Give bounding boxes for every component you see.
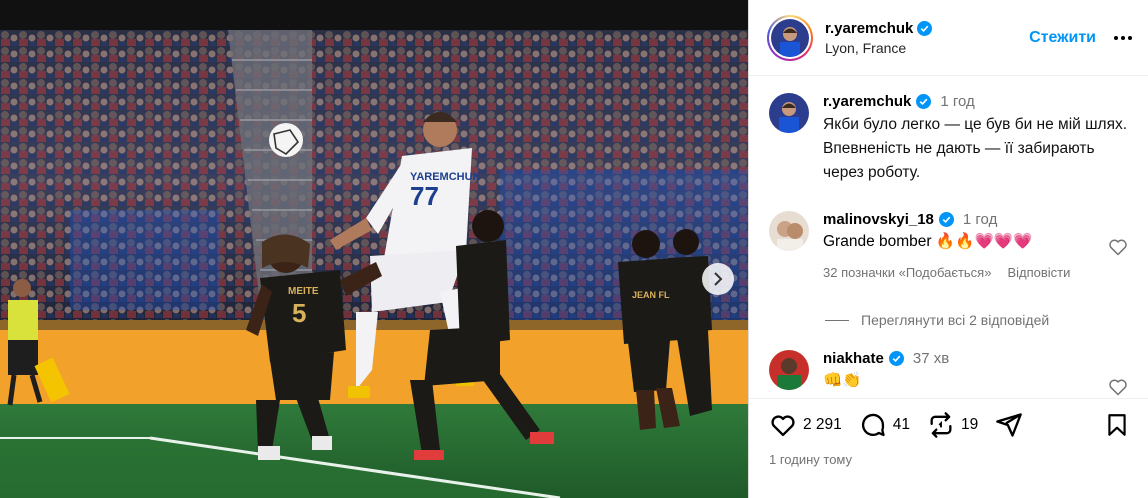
caption-item: r.yaremchuk 1 год Якби було легко — це б… xyxy=(769,93,1135,185)
comment-text: 👊👏 xyxy=(823,372,862,389)
share-button[interactable] xyxy=(995,411,1023,439)
verified-badge-icon xyxy=(938,212,954,227)
comment-bubble-icon xyxy=(861,413,885,437)
commenter-avatar[interactable] xyxy=(769,350,809,390)
view-replies-row[interactable]: Переглянути всі 2 відповідей xyxy=(825,312,1049,328)
author-username[interactable]: r.yaremchuk xyxy=(825,20,913,37)
next-slide-button[interactable] xyxy=(702,263,734,295)
comments-scroll-area[interactable]: r.yaremchuk 1 год Якби було легко — це б… xyxy=(749,77,1148,397)
media-top-bar xyxy=(0,0,748,30)
post-header: r.yaremchuk Lyon, France Стежити xyxy=(749,0,1148,76)
author-avatar-small[interactable] xyxy=(769,93,809,133)
comments-count[interactable]: 41 xyxy=(893,416,910,434)
repost-button[interactable]: 19 xyxy=(927,411,978,439)
comment-time: 1 год xyxy=(962,211,998,228)
more-options-icon[interactable] xyxy=(1110,32,1136,44)
post-footer: 2 291 41 19 1 годину тому xyxy=(749,398,1148,498)
comment-time: 37 хв xyxy=(912,350,950,367)
chevron-right-icon xyxy=(714,272,723,286)
commenter-avatar[interactable] xyxy=(769,211,809,251)
comment-like-heart-icon[interactable] xyxy=(1108,377,1128,397)
verified-badge-icon xyxy=(888,351,904,366)
caption-time: 1 год xyxy=(940,93,975,110)
replies-divider xyxy=(825,319,849,321)
jersey-number-text: 77 xyxy=(410,181,439,211)
post-photo: YAREMCHUK 77 MEITE 5 JEAN FLOCH xyxy=(0,30,748,498)
verified-badge-icon xyxy=(916,94,932,109)
comment-button[interactable]: 41 xyxy=(859,411,910,439)
post-location[interactable]: Lyon, France xyxy=(825,40,1029,56)
send-icon xyxy=(996,413,1023,437)
reply-button[interactable]: Відповісти xyxy=(1007,265,1070,280)
post-media: YAREMCHUK 77 MEITE 5 JEAN FLOCH xyxy=(0,0,748,498)
comment-text: Grande bomber 🔥🔥💗💗💗 xyxy=(823,233,1033,250)
post-timestamp[interactable]: 1 годину тому xyxy=(769,452,852,467)
post-side-panel: r.yaremchuk Lyon, France Стежити r.yarem… xyxy=(748,0,1148,498)
comment-username[interactable]: malinovskyi_18 xyxy=(823,211,934,228)
author-story-ring[interactable] xyxy=(767,14,813,61)
comment-item: niakhate 37 хв 👊👏 xyxy=(769,350,949,390)
post-caption: Якби було легко — це був би не мій шлях.… xyxy=(823,116,1128,181)
heart-icon xyxy=(771,415,795,437)
comment-like-heart-icon[interactable] xyxy=(1108,237,1128,257)
repost-icon xyxy=(930,412,952,438)
save-button[interactable] xyxy=(1104,411,1130,444)
comment-item: malinovskyi_18 1 год Grande bomber 🔥🔥💗💗💗… xyxy=(769,211,1070,280)
view-replies-link[interactable]: Переглянути всі 2 відповідей xyxy=(861,312,1049,328)
verified-badge-icon xyxy=(917,20,933,36)
bookmark-icon xyxy=(1108,414,1126,436)
likes-count[interactable]: 2 291 xyxy=(803,416,842,434)
jersey-back-name: MEITE xyxy=(288,286,319,297)
follow-button[interactable]: Стежити xyxy=(1029,29,1096,47)
reposts-count[interactable]: 19 xyxy=(961,416,978,434)
jersey-back-number: 5 xyxy=(292,298,306,328)
comment-likes-count[interactable]: 32 позначки «Подобається» xyxy=(823,265,991,280)
like-button[interactable]: 2 291 xyxy=(769,411,842,439)
caption-username[interactable]: r.yaremchuk xyxy=(823,93,911,110)
comment-username[interactable]: niakhate xyxy=(823,350,884,367)
author-avatar xyxy=(771,18,809,57)
post-view: YAREMCHUK 77 MEITE 5 JEAN FLOCH r.yaremc… xyxy=(0,0,1148,498)
